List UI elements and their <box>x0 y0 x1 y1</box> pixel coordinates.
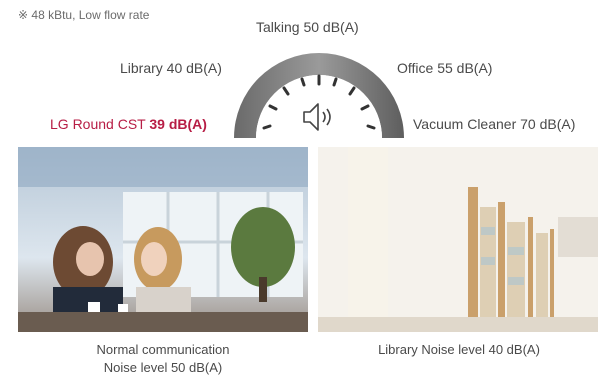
label-vacuum: Vacuum Cleaner 70 dB(A) <box>413 116 576 132</box>
caption-normal-communication: Normal communication Noise level 50 dB(A… <box>18 341 308 377</box>
label-lg-round-cst: LG Round CST 39 dB(A) <box>50 116 207 132</box>
label-library: Library 40 dB(A) <box>120 60 222 76</box>
lg-label-value: 39 dB(A) <box>149 116 207 132</box>
photo-normal-communication <box>18 147 308 332</box>
caption-library: Library Noise level 40 dB(A) <box>378 342 540 357</box>
caption-left-line1: Normal communication <box>96 342 230 357</box>
photo-library <box>318 147 598 332</box>
label-talking: Talking 50 dB(A) <box>256 19 359 35</box>
noise-gauge <box>234 53 404 138</box>
lg-label-prefix: LG Round CST <box>50 116 150 132</box>
caption-left-line2: Noise level 50 dB(A) <box>103 360 223 375</box>
footnote: ※ 48 kBtu, Low flow rate <box>18 8 150 22</box>
